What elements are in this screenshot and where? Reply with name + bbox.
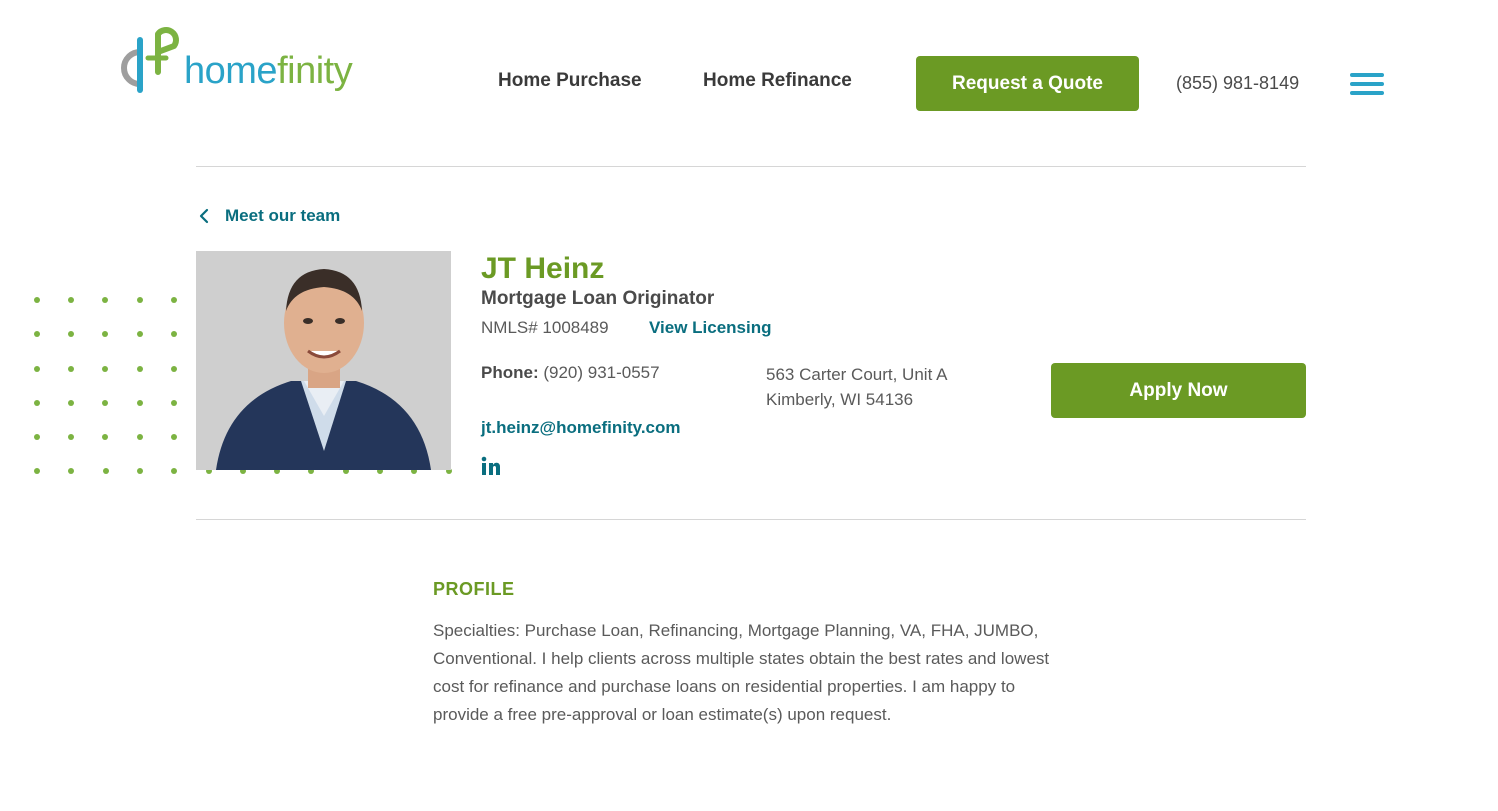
divider bbox=[196, 519, 1306, 520]
request-quote-button[interactable]: Request a Quote bbox=[916, 56, 1139, 111]
loan-officer-title: Mortgage Loan Originator bbox=[481, 288, 715, 309]
address-line-1: 563 Carter Court, Unit A bbox=[766, 365, 948, 384]
meet-our-team-link[interactable]: Meet our team bbox=[196, 206, 340, 226]
profile-description: Specialties: Purchase Loan, Refinancing,… bbox=[433, 621, 1050, 724]
chevron-left-icon bbox=[199, 208, 209, 224]
header-phone[interactable]: (855) 981-8149 bbox=[1176, 73, 1299, 94]
nmls-number: NMLS# 1008489 bbox=[481, 318, 609, 337]
nav-home-refinance[interactable]: Home Refinance bbox=[703, 70, 852, 92]
phone-label: Phone: bbox=[481, 363, 539, 382]
apply-now-button[interactable]: Apply Now bbox=[1051, 363, 1306, 418]
loan-officer-photo bbox=[196, 251, 451, 470]
logo-word-finity: finity bbox=[277, 50, 353, 92]
loan-officer-name: JT Heinz bbox=[481, 252, 605, 285]
officer-phone-row: Phone: (920) 931-0557 bbox=[481, 363, 660, 383]
profile-heading: PROFILE bbox=[433, 579, 515, 599]
officer-email-link[interactable]: jt.heinz@homefinity.com bbox=[481, 418, 681, 438]
hamburger-icon[interactable] bbox=[1350, 73, 1384, 95]
logo-mark-icon bbox=[121, 27, 179, 93]
logo-word-home: home bbox=[184, 50, 278, 92]
view-licensing-link[interactable]: View Licensing bbox=[649, 318, 772, 338]
divider bbox=[196, 166, 1306, 167]
address-line-2: Kimberly, WI 54136 bbox=[766, 390, 914, 409]
officer-phone[interactable]: (920) 931-0557 bbox=[543, 363, 659, 382]
back-link-label: Meet our team bbox=[225, 206, 341, 225]
linkedin-icon[interactable] bbox=[481, 456, 501, 476]
logo-wordmark: homefinity bbox=[184, 50, 353, 92]
nav-home-purchase[interactable]: Home Purchase bbox=[498, 70, 642, 92]
homefinity-logo[interactable]: homefinity bbox=[118, 22, 373, 100]
